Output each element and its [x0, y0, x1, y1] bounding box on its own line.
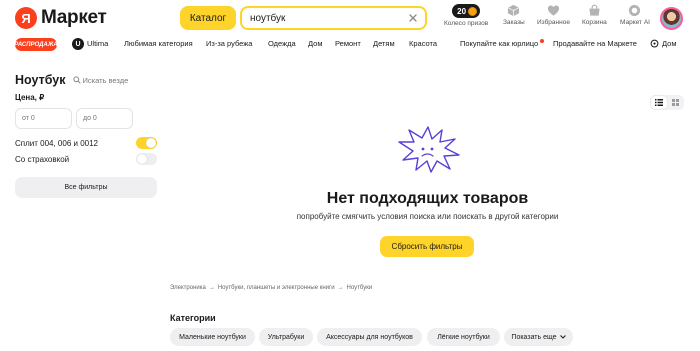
- prize-wheel-button[interactable]: 20 Колесо призов: [444, 4, 488, 32]
- search-everywhere-link[interactable]: Искать везде: [72, 75, 129, 85]
- nav-item-kids[interactable]: Детям: [373, 39, 395, 48]
- market-logo[interactable]: Я Маркет: [15, 7, 107, 29]
- grid-icon: [671, 99, 679, 106]
- grid-view-button[interactable]: [667, 96, 683, 109]
- category-chip[interactable]: Лёгкие ноутбуки: [427, 328, 500, 346]
- nav-item-location[interactable]: Дом: [662, 39, 677, 48]
- nav-item-favorite-category[interactable]: Любимая категория: [124, 39, 193, 48]
- empty-state-title: Нет подходящих товаров: [326, 190, 529, 207]
- title-row: Ноутбук Искать везде: [15, 73, 128, 87]
- nav-item-ultima[interactable]: Ultima: [87, 39, 108, 48]
- split-filter-label: Сплит 004, 006 и 0012: [15, 138, 98, 148]
- list-view-button[interactable]: [651, 96, 667, 109]
- cart-button[interactable]: Корзина: [582, 4, 607, 32]
- list-icon: [655, 99, 663, 106]
- wheel-counter: 20: [452, 4, 481, 18]
- insurance-filter-label: Со страховкой: [15, 154, 70, 164]
- categories-title: Категории: [170, 313, 216, 323]
- location-pin-icon: [650, 39, 659, 48]
- cart-icon: [589, 4, 600, 16]
- show-more-button[interactable]: Показать еще: [504, 328, 573, 346]
- price-to-input[interactable]: [76, 108, 133, 129]
- notification-dot: [540, 39, 544, 43]
- price-from-input[interactable]: [15, 108, 72, 129]
- wheel-label: Колесо призов: [444, 20, 489, 27]
- chevron-down-icon: [559, 335, 566, 339]
- insurance-filter-row: Со страховкой: [15, 152, 157, 166]
- split-filter-row: Сплит 004, 006 и 0012: [15, 136, 157, 150]
- coin-icon: [468, 6, 478, 16]
- nav-item-repair[interactable]: Ремонт: [335, 39, 361, 48]
- nav-item-clothes[interactable]: Одежда: [268, 39, 296, 48]
- insurance-toggle[interactable]: [136, 153, 157, 165]
- category-chip[interactable]: Маленькие ноутбуки: [170, 328, 255, 346]
- breadcrumb: Электроника → Ноутбуки, планшеты и элект…: [170, 285, 372, 291]
- empty-state-subtitle: попробуйте смягчить условия поиска или п…: [296, 212, 559, 221]
- market-ai-button[interactable]: Маркет AI: [620, 4, 650, 32]
- logo-badge: Я: [15, 7, 37, 29]
- clear-search-icon[interactable]: [407, 12, 419, 24]
- toggle-knob: [146, 138, 156, 148]
- nav-item-abroad[interactable]: Из-за рубежа: [206, 39, 252, 48]
- orders-button[interactable]: Заказы: [503, 4, 525, 32]
- favorites-label: Избранное: [537, 19, 570, 26]
- nav-item-beauty[interactable]: Красота: [409, 39, 437, 48]
- search-icon: [72, 76, 81, 84]
- breadcrumb-item[interactable]: Ноутбуки: [347, 285, 373, 291]
- search-input[interactable]: [250, 12, 400, 24]
- wheel-count: 20: [457, 6, 467, 16]
- sale-badge[interactable]: РАСПРОДАЖА: [14, 38, 58, 51]
- header: Я Маркет Каталог 20 Колесо призов Заказы…: [0, 0, 700, 36]
- box-icon: [508, 4, 520, 17]
- nav-item-sell[interactable]: Продавайте на Маркете: [553, 39, 637, 48]
- search-everywhere-label: Искать везде: [82, 75, 129, 85]
- ai-label: Маркет AI: [620, 19, 650, 26]
- category-nav: РАСПРОДАЖА U Ultima Любимая категория Из…: [0, 36, 700, 54]
- heart-icon: [547, 5, 560, 16]
- nav-item-business[interactable]: Покупайте как юрлицо: [460, 39, 538, 48]
- catalog-button[interactable]: Каталог: [180, 6, 236, 30]
- breadcrumb-item[interactable]: Ноутбуки, планшеты и электронные книги: [218, 285, 335, 291]
- breadcrumb-item[interactable]: Электроника: [170, 285, 206, 291]
- avatar[interactable]: [660, 7, 683, 30]
- category-chip[interactable]: Аксессуары для ноутбуков: [317, 328, 422, 346]
- breadcrumb-separator: →: [208, 285, 215, 291]
- orders-label: Заказы: [503, 19, 525, 26]
- show-more-label: Показать еще: [511, 333, 557, 341]
- price-label: Цена, ₽: [15, 93, 45, 102]
- category-chip[interactable]: Ультрабуки: [259, 328, 313, 346]
- ultima-icon[interactable]: U: [72, 38, 84, 50]
- logo-word: Маркет: [41, 7, 107, 28]
- all-filters-button[interactable]: Все фильтры: [15, 177, 157, 198]
- search-box: [240, 6, 427, 30]
- page-title: Ноутбук: [15, 73, 66, 87]
- split-toggle[interactable]: [136, 137, 157, 149]
- favorites-button[interactable]: Избранное: [537, 4, 570, 32]
- breadcrumb-separator: →: [337, 285, 344, 291]
- nav-item-home[interactable]: Дом: [308, 39, 323, 48]
- toggle-knob: [137, 154, 147, 164]
- sad-star-icon: [398, 126, 460, 173]
- reset-filters-button[interactable]: Сбросить фильтры: [380, 236, 474, 257]
- view-switch: [650, 95, 684, 110]
- ai-icon: [629, 4, 641, 17]
- cart-label: Корзина: [582, 19, 607, 26]
